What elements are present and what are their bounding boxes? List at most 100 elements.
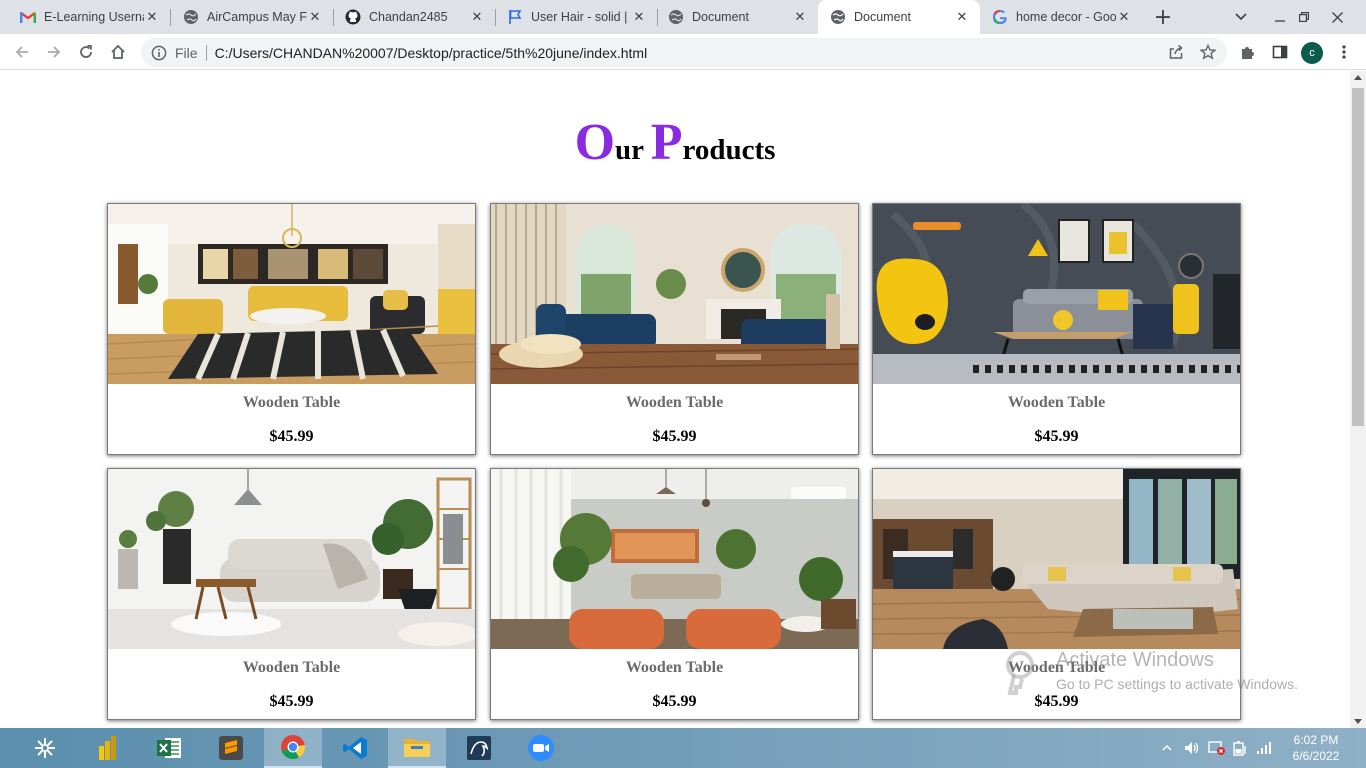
tab-user-hair[interactable]: User Hair - solid | F ✕	[487, 0, 657, 34]
product-name: Wooden Table	[242, 394, 341, 411]
forward-button[interactable]	[40, 38, 68, 66]
info-icon[interactable]	[151, 45, 167, 61]
taskbar-file-explorer[interactable]	[388, 728, 446, 768]
chrome-icon	[281, 735, 306, 759]
puzzle-icon	[1242, 47, 1254, 59]
scroll-down-arrow-icon[interactable]	[1354, 719, 1362, 724]
browser-toolbar: File C:/Users/CHANDAN%20007/Desktop/prac…	[0, 34, 1366, 70]
minimize-button[interactable]	[1268, 0, 1292, 34]
chevron-up-icon	[1162, 744, 1172, 751]
product-price: $45.99	[652, 428, 697, 445]
chevron-down-icon	[1235, 13, 1247, 21]
tab-title: Document	[854, 10, 911, 24]
product-card[interactable]: Wooden Table $45.99	[107, 203, 476, 455]
heading-word-rest: ur	[615, 134, 644, 166]
zoom-icon	[528, 735, 554, 761]
taskbar-excel[interactable]	[140, 728, 198, 768]
extensions-button[interactable]	[1234, 38, 1262, 66]
volume-button[interactable]	[1184, 728, 1200, 768]
product-name: Wooden Table	[1007, 394, 1106, 411]
taskbar-sublime[interactable]	[202, 728, 260, 768]
reload-icon	[80, 44, 92, 58]
tab-strip: E-Learning Userna ✕ AirCampus May Fu ✕ C…	[0, 0, 1366, 34]
taskbar-zoom[interactable]	[512, 728, 570, 768]
heading-initial-p: P	[650, 114, 683, 171]
close-icon[interactable]: ✕	[469, 9, 485, 25]
battery-button[interactable]	[1233, 728, 1249, 768]
product-card[interactable]: Wooden Table $45.99	[107, 468, 476, 720]
tab-document-1[interactable]: Document ✕	[648, 0, 818, 34]
tab-home-decor[interactable]: home decor - Goo ✕	[980, 0, 1142, 34]
close-icon[interactable]: ✕	[631, 9, 647, 25]
menu-button[interactable]	[1330, 38, 1358, 66]
vscode-icon	[343, 737, 367, 759]
globe-icon	[830, 9, 846, 25]
taskbar-clock[interactable]: 6:02 PM 6/6/2022	[1280, 732, 1352, 764]
watermark-subtitle: Go to PC settings to activate Windows.	[1056, 676, 1298, 692]
globe-icon	[668, 9, 684, 25]
google-icon	[992, 9, 1008, 25]
product-card[interactable]: Wooden Table $45.99	[490, 203, 859, 455]
product-image-white-sofa	[108, 469, 475, 649]
tray-overflow-button[interactable]	[1162, 728, 1172, 768]
close-icon[interactable]: ✕	[1116, 9, 1132, 25]
back-arrow-icon	[15, 46, 28, 58]
tableau-icon	[35, 738, 55, 758]
product-price: $45.99	[269, 428, 314, 445]
network-error-icon	[1208, 741, 1225, 755]
product-name: Wooden Table	[242, 659, 341, 676]
close-icon[interactable]: ✕	[792, 9, 808, 25]
product-name: Wooden Table	[625, 394, 724, 411]
product-image-orange-chairs	[491, 469, 858, 649]
signal-button[interactable]	[1256, 728, 1272, 768]
key-icon	[1006, 651, 1034, 695]
tab-search-button[interactable]	[1228, 0, 1254, 34]
flag-icon	[507, 9, 523, 25]
home-button[interactable]	[104, 38, 132, 66]
new-tab-button[interactable]: +	[1150, 0, 1176, 34]
share-button[interactable]	[1162, 38, 1190, 66]
taskbar-chrome[interactable]	[264, 728, 322, 768]
scrollbar-thumb[interactable]	[1352, 88, 1364, 426]
side-panel-button[interactable]	[1266, 38, 1294, 66]
restore-button[interactable]	[1292, 0, 1316, 34]
bookmark-button[interactable]	[1194, 38, 1222, 66]
tab-title: E-Learning Userna	[44, 10, 144, 24]
mysql-icon	[467, 736, 491, 760]
product-card[interactable]: Wooden Table $45.99	[490, 468, 859, 720]
network-status-button[interactable]	[1208, 728, 1226, 768]
close-icon[interactable]: ✕	[307, 9, 323, 25]
taskbar-mysql[interactable]	[450, 728, 508, 768]
taskbar-powerbi[interactable]	[78, 728, 136, 768]
profile-avatar[interactable]: c	[1301, 42, 1323, 64]
tab-title: home decor - Goo	[1016, 10, 1116, 24]
back-button[interactable]	[8, 38, 36, 66]
speaker-icon	[1185, 742, 1199, 754]
taskbar-tableau[interactable]	[16, 728, 74, 768]
product-card[interactable]: Wooden Table $45.99	[872, 203, 1241, 455]
close-icon[interactable]: ✕	[954, 9, 970, 25]
close-icon[interactable]: ✕	[144, 9, 160, 25]
url-scheme: File	[175, 44, 198, 61]
github-icon	[345, 9, 361, 25]
tab-title: AirCampus May Fu	[207, 10, 307, 24]
close-window-button[interactable]	[1318, 0, 1356, 34]
file-explorer-icon	[404, 739, 430, 757]
url-text[interactable]: C:/Users/CHANDAN%20007/Desktop/practice/…	[215, 45, 648, 61]
address-bar[interactable]: File C:/Users/CHANDAN%20007/Desktop/prac…	[141, 38, 1227, 67]
divider	[205, 44, 207, 61]
tab-gmail[interactable]: E-Learning Userna ✕	[0, 0, 170, 34]
taskbar-vscode[interactable]	[326, 728, 384, 768]
tab-aircampus[interactable]: AirCampus May Fu ✕	[163, 0, 333, 34]
reload-button[interactable]	[72, 38, 100, 66]
product-price: $45.99	[652, 693, 697, 710]
powerbi-icon	[99, 736, 116, 760]
watermark-title: Activate Windows	[1056, 649, 1214, 671]
tab-github[interactable]: Chandan2485 ✕	[325, 0, 495, 34]
page-title: Our Products	[0, 113, 1350, 172]
signal-bars-icon	[1257, 742, 1271, 754]
vertical-scrollbar[interactable]	[1350, 71, 1366, 728]
tab-document-active[interactable]: Document ✕	[818, 0, 980, 34]
star-icon	[1200, 44, 1216, 60]
scroll-up-arrow-icon[interactable]	[1354, 75, 1362, 80]
